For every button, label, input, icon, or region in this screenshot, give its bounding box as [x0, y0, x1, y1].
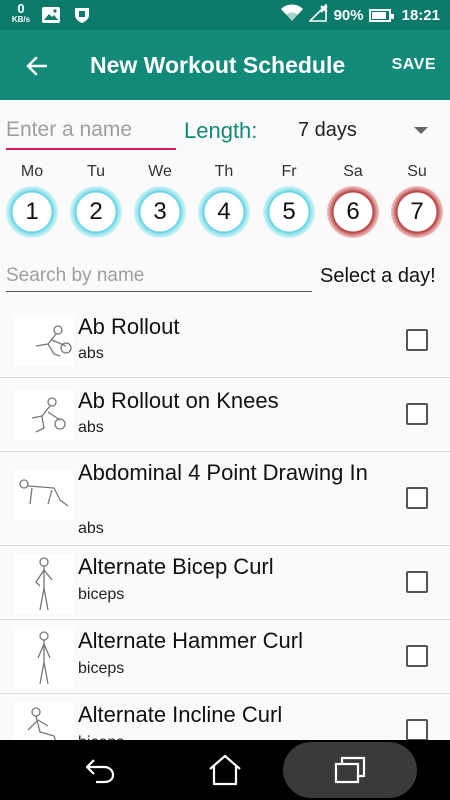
- nav-back-button[interactable]: [68, 740, 132, 800]
- day-number: 5: [282, 198, 296, 225]
- shield-icon: [74, 7, 90, 29]
- list-item[interactable]: Alternate Incline Curl biceps: [0, 694, 450, 740]
- recent-apps-icon: [334, 756, 366, 784]
- save-button[interactable]: SAVE: [392, 56, 436, 74]
- signal-icon: [307, 3, 329, 26]
- list-item[interactable]: Abdominal 4 Point Drawing In abs: [0, 452, 450, 546]
- network-speed-value: 0: [17, 1, 25, 16]
- exercise-name: Alternate Hammer Curl: [78, 628, 303, 653]
- length-label: Length:: [184, 118, 258, 143]
- list-item[interactable]: Alternate Hammer Curl biceps: [0, 620, 450, 694]
- back-arrow-icon: [85, 759, 115, 784]
- day-circle[interactable]: 6: [327, 186, 379, 238]
- dropdown-caret-icon: [414, 127, 428, 134]
- day-circle[interactable]: 4: [198, 186, 250, 238]
- exercise-name: Alternate Incline Curl: [78, 702, 283, 727]
- day-label: Mo: [20, 163, 44, 180]
- exercise-checkbox[interactable]: [406, 487, 428, 509]
- day-circle[interactable]: 1: [6, 186, 58, 238]
- search-input[interactable]: [6, 260, 312, 292]
- length-dropdown[interactable]: 7 days: [298, 110, 438, 152]
- day-label: Th: [214, 163, 234, 180]
- navigation-bar: [0, 740, 450, 800]
- day-monday: Mo 1: [4, 160, 60, 238]
- exercise-category: biceps: [78, 586, 125, 603]
- schedule-name-input[interactable]: [6, 112, 176, 150]
- exercise-name: Ab Rollout: [78, 314, 180, 339]
- exercise-category: biceps: [78, 660, 125, 677]
- day-sunday: Su 7: [389, 160, 445, 238]
- exercise-checkbox[interactable]: [406, 719, 428, 740]
- wifi-icon: [280, 4, 304, 26]
- day-label: Fr: [281, 163, 297, 180]
- day-number: 7: [410, 198, 424, 225]
- day-label: Su: [407, 163, 427, 180]
- day-circle[interactable]: 5: [263, 186, 315, 238]
- day-label: Sa: [343, 163, 363, 180]
- day-thursday: Th 4: [196, 160, 252, 238]
- exercise-thumbnail: [14, 702, 74, 740]
- network-speed-unit: KB/s: [11, 15, 31, 24]
- exercise-checkbox[interactable]: [406, 645, 428, 667]
- battery-fill: [371, 11, 387, 19]
- list-item[interactable]: Ab Rollout abs: [0, 304, 450, 378]
- exercise-thumbnail: [14, 628, 74, 688]
- battery-percent: 90%: [333, 6, 364, 24]
- exercise-name: Ab Rollout on Knees: [78, 388, 279, 413]
- exercise-name: Abdominal 4 Point Drawing In: [78, 460, 368, 485]
- day-label: We: [148, 163, 172, 180]
- nav-home-button[interactable]: [193, 740, 257, 800]
- home-icon: [209, 754, 241, 786]
- exercise-list[interactable]: Ab Rollout abs Ab Rollout on Knees abs A…: [0, 304, 450, 740]
- day-circle[interactable]: 3: [134, 186, 186, 238]
- exercise-category: abs: [78, 419, 104, 436]
- day-tuesday: Tu 2: [68, 160, 124, 238]
- exercise-thumbnail: [14, 554, 74, 614]
- app-bar: New Workout Schedule SAVE: [0, 30, 450, 100]
- day-number: 3: [153, 198, 167, 225]
- exercise-thumbnail: [14, 316, 74, 366]
- exercise-name: Alternate Bicep Curl: [78, 554, 274, 579]
- status-bar: 0 KB/s 90% 18:21: [0, 0, 450, 30]
- clock: 18:21: [401, 6, 440, 24]
- back-button[interactable]: [18, 48, 54, 84]
- image-icon: [42, 7, 60, 28]
- exercise-thumbnail: [14, 470, 74, 520]
- day-number: 2: [89, 198, 103, 225]
- exercise-thumbnail: [14, 390, 74, 440]
- day-circle[interactable]: 2: [70, 186, 122, 238]
- arrow-left-icon: [26, 56, 47, 76]
- day-circle[interactable]: 7: [391, 186, 443, 238]
- exercise-checkbox[interactable]: [406, 329, 428, 351]
- page-title: New Workout Schedule: [90, 52, 346, 78]
- exercise-category: abs: [78, 520, 104, 537]
- day-number: 1: [25, 198, 39, 225]
- day-label: Tu: [86, 163, 106, 180]
- status-right: 90% 18:21: [280, 0, 440, 30]
- exercise-category: abs: [78, 345, 104, 362]
- nav-recents-button[interactable]: [283, 742, 417, 798]
- select-day-hint: Select a day!: [320, 265, 436, 287]
- day-number: 4: [217, 198, 231, 225]
- day-friday: Fr 5: [261, 160, 317, 238]
- day-wednesday: We 3: [132, 160, 188, 238]
- exercise-checkbox[interactable]: [406, 403, 428, 425]
- list-item[interactable]: Ab Rollout on Knees abs: [0, 378, 450, 452]
- network-speed: 0 KB/s: [8, 2, 34, 24]
- length-value: 7 days: [298, 119, 357, 141]
- day-number: 6: [346, 198, 360, 225]
- battery-icon: [368, 8, 394, 22]
- exercise-checkbox[interactable]: [406, 571, 428, 593]
- list-item[interactable]: Alternate Bicep Curl biceps: [0, 546, 450, 620]
- day-saturday: Sa 6: [325, 160, 381, 238]
